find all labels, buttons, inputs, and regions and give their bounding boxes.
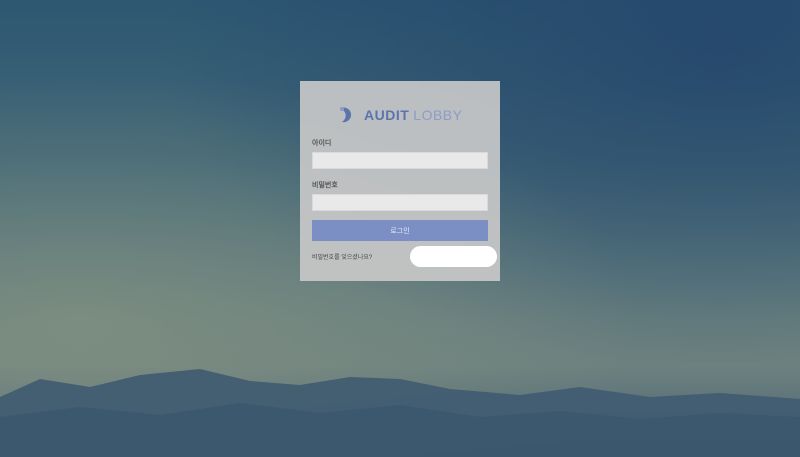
password-input[interactable] [312,194,488,211]
audit-lobby-logo-icon [340,107,352,123]
forgot-password-link[interactable]: 비밀번호를 잊으셨나요? [312,252,372,261]
brand-name: AUDIT LOBBY [364,107,462,123]
password-label: 비밀번호 [312,182,338,189]
redacted-pill [410,246,497,267]
login-button[interactable]: 로그인 [312,220,488,241]
brand-name-strong: AUDIT [364,107,410,123]
username-label: 아이디 [312,140,332,147]
username-input[interactable] [312,152,488,169]
brand-name-light: LOBBY [413,107,463,123]
brand-logo-lockup: AUDIT LOBBY [336,103,462,127]
